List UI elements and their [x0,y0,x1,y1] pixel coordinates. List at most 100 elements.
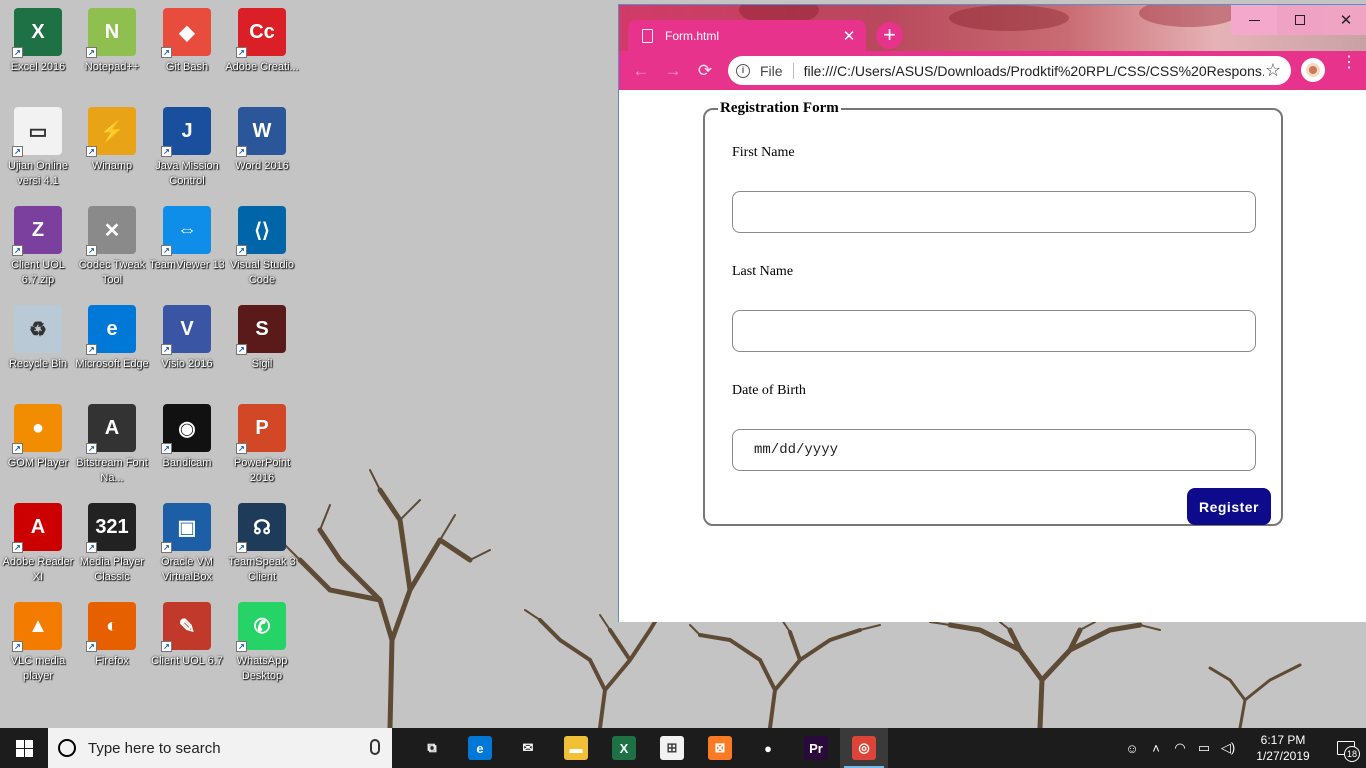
desktop-shortcut[interactable]: e ↗ Microsoft Edge [74,299,150,395]
desktop-shortcut-label: Excel 2016 [10,61,66,73]
desktop-shortcut-label: TeamViewer 13 [149,259,225,271]
back-button[interactable]: ← [625,61,657,81]
notepad-plus-plus-icon: N ↗ [86,8,136,58]
desktop-shortcut[interactable]: V ↗ Visio 2016 [149,299,225,395]
desktop-shortcut-label: Bitstream Font Na... [76,457,148,484]
desktop-shortcut[interactable]: P ↗ PowerPoint 2016 [224,398,300,494]
theme-texture [1139,5,1239,27]
shortcut-arrow-icon: ↗ [236,344,247,355]
people-icon[interactable]: ☺ [1120,741,1144,756]
first-name-input[interactable] [732,191,1256,233]
register-button[interactable]: Register [1187,488,1271,525]
forward-button[interactable]: → [657,61,689,81]
ujian-online-icon: ▭ ↗ [12,107,62,157]
file-explorer-icon: ▬ [564,736,588,760]
microphone-icon[interactable] [370,739,380,755]
profile-avatar[interactable] [1301,58,1325,82]
window-close-button[interactable]: ✕ [1323,5,1366,35]
desktop-shortcut[interactable]: ♻ Recycle Bin [0,299,76,395]
desktop-shortcut[interactable]: X ↗ Excel 2016 [0,2,76,98]
desktop-shortcut[interactable]: ▲ ↗ VLC media player [0,596,76,692]
teamviewer-icon: ⇔ ↗ [161,206,211,256]
shortcut-arrow-icon: ↗ [161,344,172,355]
desktop-shortcut-label: Bandicam [162,457,212,469]
desktop-shortcut[interactable]: W ↗ Word 2016 [224,101,300,197]
action-center-button[interactable]: 18 [1326,728,1366,768]
last-name-input[interactable] [732,310,1256,352]
info-icon[interactable]: i [736,63,750,78]
shortcut-arrow-icon: ↗ [86,245,97,256]
powerpoint-icon: P ↗ [236,404,286,454]
taskbar-search[interactable]: Type here to search [48,728,392,768]
desktop-shortcut[interactable]: Cc ↗ Adobe Creati... [224,2,300,98]
menu-icon[interactable]: ⋮ [1341,55,1357,71]
desktop-shortcut[interactable]: ⇔ ↗ TeamViewer 13 [149,200,225,296]
shortcut-arrow-icon: ↗ [161,245,172,256]
desktop-shortcut[interactable]: Z ↗ Client UOL 6.7.zip [0,200,76,296]
registration-form: Registration Form First Name Last Name D… [703,100,1283,526]
desktop-shortcut[interactable]: 321 ↗ Media Player Classic [74,497,150,593]
desktop-shortcut-label: WhatsApp Desktop [236,655,288,682]
desktop-shortcut[interactable]: ✎ ↗ Client UOL 6.7 [149,596,225,692]
shortcut-arrow-icon: ↗ [86,443,97,454]
desktop-shortcut[interactable]: ◉ ↗ Bandicam [149,398,225,494]
desktop-shortcut[interactable]: J ↗ Java Mission Control [149,101,225,197]
maximize-button[interactable] [1277,5,1323,35]
new-tab-button[interactable]: + [876,22,903,49]
desktop-shortcut[interactable]: ▭ ↗ Ujian Online versi 4.1 [0,101,76,197]
desktop-shortcut[interactable]: ● ↗ GOM Player [0,398,76,494]
desktop-shortcut[interactable]: ✆ ↗ WhatsApp Desktop [224,596,300,692]
whatsapp-icon: ✆ ↗ [236,602,286,652]
clock[interactable]: 6:17 PM 1/27/2019 [1246,732,1320,764]
taskbar: Type here to search ⧉ e ✉ ▬ X ⊞ ⊠ ● Pr ◎ ☺ ˄ ◠ ▭ … [0,728,1366,768]
address-bar[interactable]: i File file:///C:/Users/ASUS/Downloads/P… [728,56,1291,85]
shortcut-arrow-icon: ↗ [12,47,23,58]
desktop-shortcut[interactable]: N ↗ Notepad++ [74,2,150,98]
taskbar-app[interactable]: ⊞ [648,728,696,768]
shortcut-arrow-icon: ↗ [161,146,172,157]
desktop-shortcut-label: VLC media player [10,655,66,682]
taskbar-app[interactable]: ▬ [552,728,600,768]
desktop-shortcut[interactable]: ☊ ↗ TeamSpeak 3 Client [224,497,300,593]
taskbar-app[interactable]: X [600,728,648,768]
url-text[interactable]: file:///C:/Users/ASUS/Downloads/Prodktif… [804,63,1264,79]
desktop-shortcut[interactable]: A ↗ Bitstream Font Na... [74,398,150,494]
desktop-shortcut[interactable]: S ↗ Sigil [224,299,300,395]
shortcut-arrow-icon: ↗ [86,542,97,553]
taskbar-app[interactable]: ● [744,728,792,768]
taskbar-app[interactable]: ✉ [504,728,552,768]
shortcut-arrow-icon: ↗ [86,344,97,355]
desktop-shortcut[interactable]: ▣ ↗ Oracle VM VirtualBox [149,497,225,593]
desktop-shortcut[interactable]: ⚡ ↗ Winamp [74,101,150,197]
taskbar-app[interactable]: ⧉ [408,728,456,768]
taskbar-app[interactable]: e [456,728,504,768]
reload-button[interactable]: ⟳ [689,61,721,81]
edge-icon: e ↗ [86,305,136,355]
desktop-shortcut[interactable]: ⟨⟩ ↗ Visual Studio Code [224,200,300,296]
network-icon[interactable]: ◠ [1168,740,1192,756]
chevron-up-icon[interactable]: ˄ [1144,741,1168,756]
desktop-shortcut[interactable]: ◆ ↗ Git Bash [149,2,225,98]
bookmark-star-icon[interactable]: ☆ [1265,60,1281,81]
vlc-icon: ▲ ↗ [12,602,62,652]
shortcut-arrow-icon: ↗ [12,542,23,553]
form-legend: Registration Form [720,100,839,116]
taskbar-app[interactable]: Pr [792,728,840,768]
start-button[interactable] [0,728,48,768]
volume-icon[interactable]: ◁) [1216,740,1240,756]
desktop-shortcut-label: Firefox [95,655,129,667]
battery-icon[interactable]: ▭ [1192,740,1216,756]
taskbar-app[interactable]: ◎ [840,728,888,768]
title-bar[interactable]: Form.html ✕ + ✕ [619,5,1366,51]
tab-form-html[interactable]: Form.html ✕ [628,20,866,51]
taskbar-app[interactable]: ⊠ [696,728,744,768]
maximize-icon [1295,15,1305,25]
chrome-window: Form.html ✕ + ✕ ← → ⟳ i File file:///C:/… [618,4,1366,622]
desktop-shortcut[interactable]: ◐ ↗ Firefox [74,596,150,692]
desktop-shortcut[interactable]: A ↗ Adobe Reader XI [0,497,76,593]
dob-input[interactable]: mm/dd/yyyy [732,429,1256,471]
desktop-shortcut[interactable]: ✕ ↗ Codec Tweak Tool [74,200,150,296]
minimize-button[interactable] [1231,5,1277,35]
tab-close-icon[interactable]: ✕ [838,27,860,45]
shortcut-arrow-icon: ↗ [236,443,247,454]
